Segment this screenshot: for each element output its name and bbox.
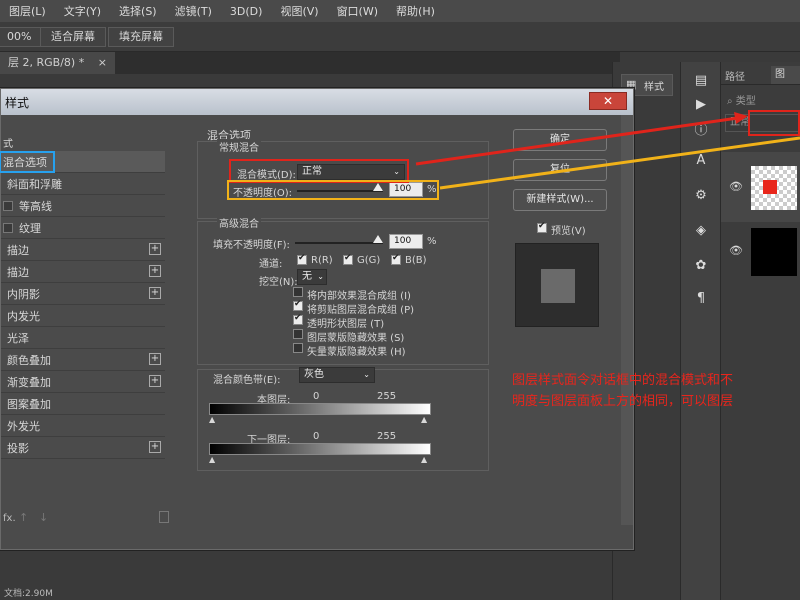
red-arrowhead	[734, 112, 748, 124]
annotation-arrows	[415, 112, 800, 190]
yellow-arrow-line	[439, 136, 800, 190]
red-arrow-line	[415, 116, 739, 166]
